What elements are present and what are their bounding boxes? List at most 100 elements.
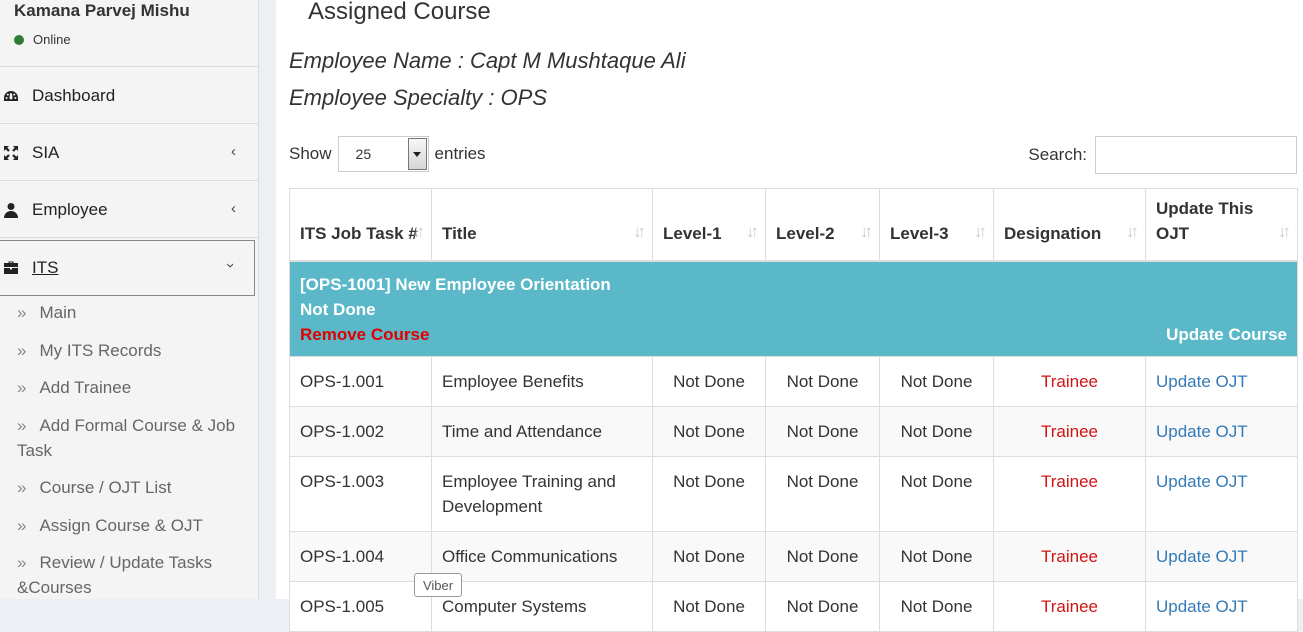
submenu-item-add-formal-course[interactable]: » Add Formal Course & Job Task xyxy=(17,413,253,463)
sort-icon: ↓↑ xyxy=(860,221,873,241)
col-header-level3[interactable]: Level-3 ↓↑ xyxy=(879,188,994,261)
submenu-item-label: Assign Course & OJT xyxy=(39,516,203,535)
submenu-item-label: Course / OJT List xyxy=(39,478,172,497)
course-group-row: [OPS-1001] New Employee Orientation Not … xyxy=(289,259,1298,357)
divider xyxy=(0,123,258,124)
sort-icon: ↓↑ xyxy=(412,221,425,241)
cell-level1: Not Done xyxy=(652,456,766,532)
cell-task: OPS-1.002 xyxy=(289,406,432,457)
dropdown-button[interactable] xyxy=(407,138,427,170)
sidebar-item-sia[interactable]: SIA ‹ xyxy=(0,125,258,181)
course-group-title: [OPS-1001] New Employee Orientation xyxy=(300,274,611,294)
col-header-level2[interactable]: Level-2 ↓↑ xyxy=(765,188,880,261)
course-group-status: Not Done xyxy=(300,299,376,319)
header-label: Update This OJT xyxy=(1156,198,1254,243)
course-group-cell: [OPS-1001] New Employee Orientation Not … xyxy=(289,259,1298,357)
briefcase-icon xyxy=(4,261,18,274)
cell-level1: Not Done xyxy=(652,531,766,582)
cell-level2: Not Done xyxy=(765,406,880,457)
update-ojt-link[interactable]: Update OJT xyxy=(1145,406,1298,457)
cell-level3: Not Done xyxy=(879,531,994,582)
entries-label: entries xyxy=(434,144,486,163)
show-label: Show xyxy=(289,144,332,163)
entries-select[interactable]: 25 xyxy=(337,136,429,172)
main-content: Assigned Course Employee Name : Capt M M… xyxy=(276,0,1303,632)
page-title: Assigned Course xyxy=(308,0,491,25)
cell-designation: Trainee xyxy=(993,456,1146,532)
header-label: Title xyxy=(442,223,477,243)
submenu-item-label: Add Formal Course & Job Task xyxy=(17,416,236,460)
cell-level2: Not Done xyxy=(765,581,880,632)
update-ojt-link[interactable]: Update OJT xyxy=(1145,581,1298,632)
divider xyxy=(0,180,258,181)
divider xyxy=(0,66,258,67)
table-header-row: ITS Job Task # ↓↑ Title ↓↑ Level-1 ↓↑ Level… xyxy=(289,188,1298,261)
col-header-task[interactable]: ITS Job Task # ↓↑ xyxy=(289,188,432,261)
col-header-update[interactable]: Update This OJT ↓↑ xyxy=(1145,188,1298,261)
submenu-item-assign-course[interactable]: » Assign Course & OJT xyxy=(17,513,253,538)
header-label: Level-3 xyxy=(890,223,949,243)
divider xyxy=(0,237,258,238)
tooltip: Viber xyxy=(414,573,462,597)
table-row: OPS-1.002 Time and Attendance Not Done Not … xyxy=(289,406,1298,457)
header-label: Level-1 xyxy=(663,223,722,243)
cell-task: OPS-1.003 xyxy=(289,456,432,532)
expand-icon xyxy=(4,146,18,160)
sidebar-item-employee[interactable]: Employee ‹ xyxy=(0,182,258,238)
cell-task: OPS-1.005 xyxy=(289,581,432,632)
chevron-left-icon: ‹ xyxy=(231,143,236,160)
col-header-title[interactable]: Title ↓↑ xyxy=(431,188,653,261)
chevron-left-icon: ‹ xyxy=(231,200,236,217)
sidebar: Kamana Parvej Mishu Online Dashboard SIA… xyxy=(0,0,259,599)
double-chevron-icon: » xyxy=(17,378,27,397)
double-chevron-icon: » xyxy=(17,416,27,435)
table-row: OPS-1.003 Employee Training and Developme… xyxy=(289,456,1298,532)
sidebar-item-label: Employee xyxy=(32,200,108,219)
caret-down-icon xyxy=(413,151,422,157)
cell-designation: Trainee xyxy=(993,406,1146,457)
header-label: Level-2 xyxy=(776,223,835,243)
cell-level2: Not Done xyxy=(765,456,880,532)
search-input[interactable] xyxy=(1095,136,1297,174)
cell-title: Office Communications xyxy=(431,531,653,582)
employee-name: Employee Name : Capt M Mushtaque Ali xyxy=(289,48,686,73)
entries-control: Show 25 entries xyxy=(289,136,486,172)
header-label: ITS Job Task # xyxy=(300,223,418,243)
cell-level3: Not Done xyxy=(879,581,994,632)
cell-level1: Not Done xyxy=(652,356,766,407)
update-ojt-link[interactable]: Update OJT xyxy=(1145,456,1298,532)
submenu-item-main[interactable]: » Main xyxy=(17,300,253,325)
sort-icon: ↓↑ xyxy=(974,221,987,241)
col-header-level1[interactable]: Level-1 ↓↑ xyxy=(652,188,766,261)
cell-designation: Trainee xyxy=(993,356,1146,407)
table-row: OPS-1.001 Employee Benefits Not Done Not Do… xyxy=(289,356,1298,407)
submenu-item-course-ojt-list[interactable]: » Course / OJT List xyxy=(17,475,253,500)
submenu-item-review-update[interactable]: » Review / Update Tasks &Courses xyxy=(17,550,253,599)
update-ojt-link[interactable]: Update OJT xyxy=(1145,356,1298,407)
double-chevron-icon: » xyxy=(17,553,27,572)
submenu-item-add-trainee[interactable]: » Add Trainee xyxy=(17,375,253,400)
update-ojt-link[interactable]: Update OJT xyxy=(1145,531,1298,582)
user-icon xyxy=(4,203,18,218)
cell-title: Employee Benefits xyxy=(431,356,653,407)
cell-designation: Trainee xyxy=(993,581,1146,632)
sidebar-item-label: SIA xyxy=(32,143,60,162)
sort-icon: ↓↑ xyxy=(1126,221,1139,241)
double-chevron-icon: » xyxy=(17,303,27,322)
submenu-item-label: My ITS Records xyxy=(39,341,162,360)
sidebar-item-its[interactable]: ITS ‹ xyxy=(0,240,255,296)
submenu-item-my-its-records[interactable]: » My ITS Records xyxy=(17,338,253,363)
submenu-item-label: Main xyxy=(39,303,77,322)
cell-task: OPS-1.004 xyxy=(289,531,432,582)
cell-level2: Not Done xyxy=(765,531,880,582)
cell-level1: Not Done xyxy=(652,406,766,457)
double-chevron-icon: » xyxy=(17,516,27,535)
chevron-down-icon: ‹ xyxy=(221,263,238,268)
cell-level3: Not Done xyxy=(879,456,994,532)
entries-value: 25 xyxy=(355,146,372,162)
col-header-designation[interactable]: Designation ↓↑ xyxy=(993,188,1146,261)
remove-course-link[interactable]: Remove Course xyxy=(300,322,1287,347)
submenu-item-label: Review / Update Tasks &Courses xyxy=(17,553,213,597)
update-course-link[interactable]: Update Course xyxy=(1166,322,1287,347)
sidebar-item-dashboard[interactable]: Dashboard xyxy=(0,68,258,124)
